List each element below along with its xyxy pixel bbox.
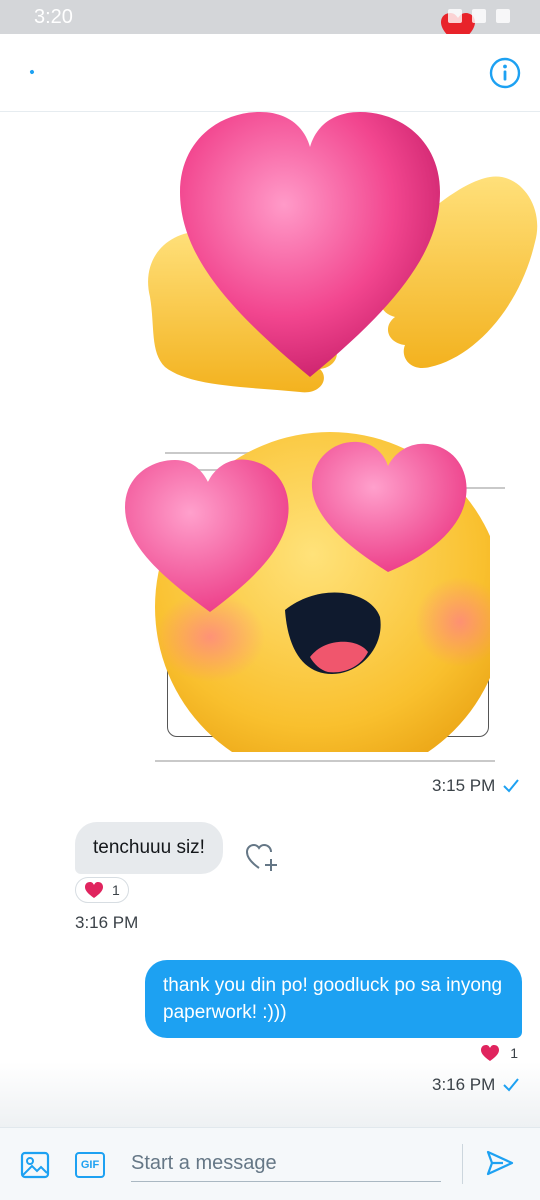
check-icon [503,1078,520,1092]
heart-icon [85,882,103,898]
reaction-count: 1 [510,1045,518,1061]
heart-hands-sticker [148,112,538,393]
outgoing-reaction-badge[interactable]: 1 [480,1044,518,1062]
mute-icon [448,9,462,23]
conversation-area: 3:15 PM tenchuuu siz! 1 3:16 PM thank yo… [0,112,540,1127]
message-text: tenchuuu siz! [93,837,205,858]
check-icon [503,779,520,793]
signal-icon [472,9,486,23]
message-text: thank you din po! goodluck po sa inyong … [163,975,503,1023]
message-input[interactable] [131,1146,441,1182]
status-icons [448,9,510,23]
info-icon[interactable] [489,57,521,89]
gif-button[interactable]: GIF [75,1152,105,1178]
incoming-reaction-badge[interactable]: 1 [75,877,129,903]
back-icon[interactable] [29,69,35,75]
incoming-message-time: 3:16 PM [75,913,138,933]
photo-icon[interactable] [20,1151,50,1179]
message-composer: GIF [0,1127,540,1200]
reaction-count: 1 [112,882,120,898]
battery-icon [496,9,510,23]
incoming-message-bubble[interactable]: tenchuuu siz! [75,822,223,874]
image-message-time: 3:15 PM [432,776,520,796]
send-icon[interactable] [485,1148,515,1178]
add-reaction-icon[interactable] [245,842,279,872]
composer-divider [462,1144,463,1184]
status-time: 3:20 [34,6,73,28]
timestamp: 3:16 PM [75,913,139,932]
heart-icon [481,1045,500,1061]
document-text-line [155,760,495,762]
timestamp: 3:15 PM [432,776,496,795]
outgoing-message-bubble[interactable]: thank you din po! goodluck po sa inyong … [145,960,522,1038]
heart-eyes-sticker [125,432,490,752]
timestamp: 3:16 PM [432,1075,496,1094]
outgoing-message-time: 3:16 PM [432,1075,520,1095]
status-bar: 3:20 [0,0,540,44]
